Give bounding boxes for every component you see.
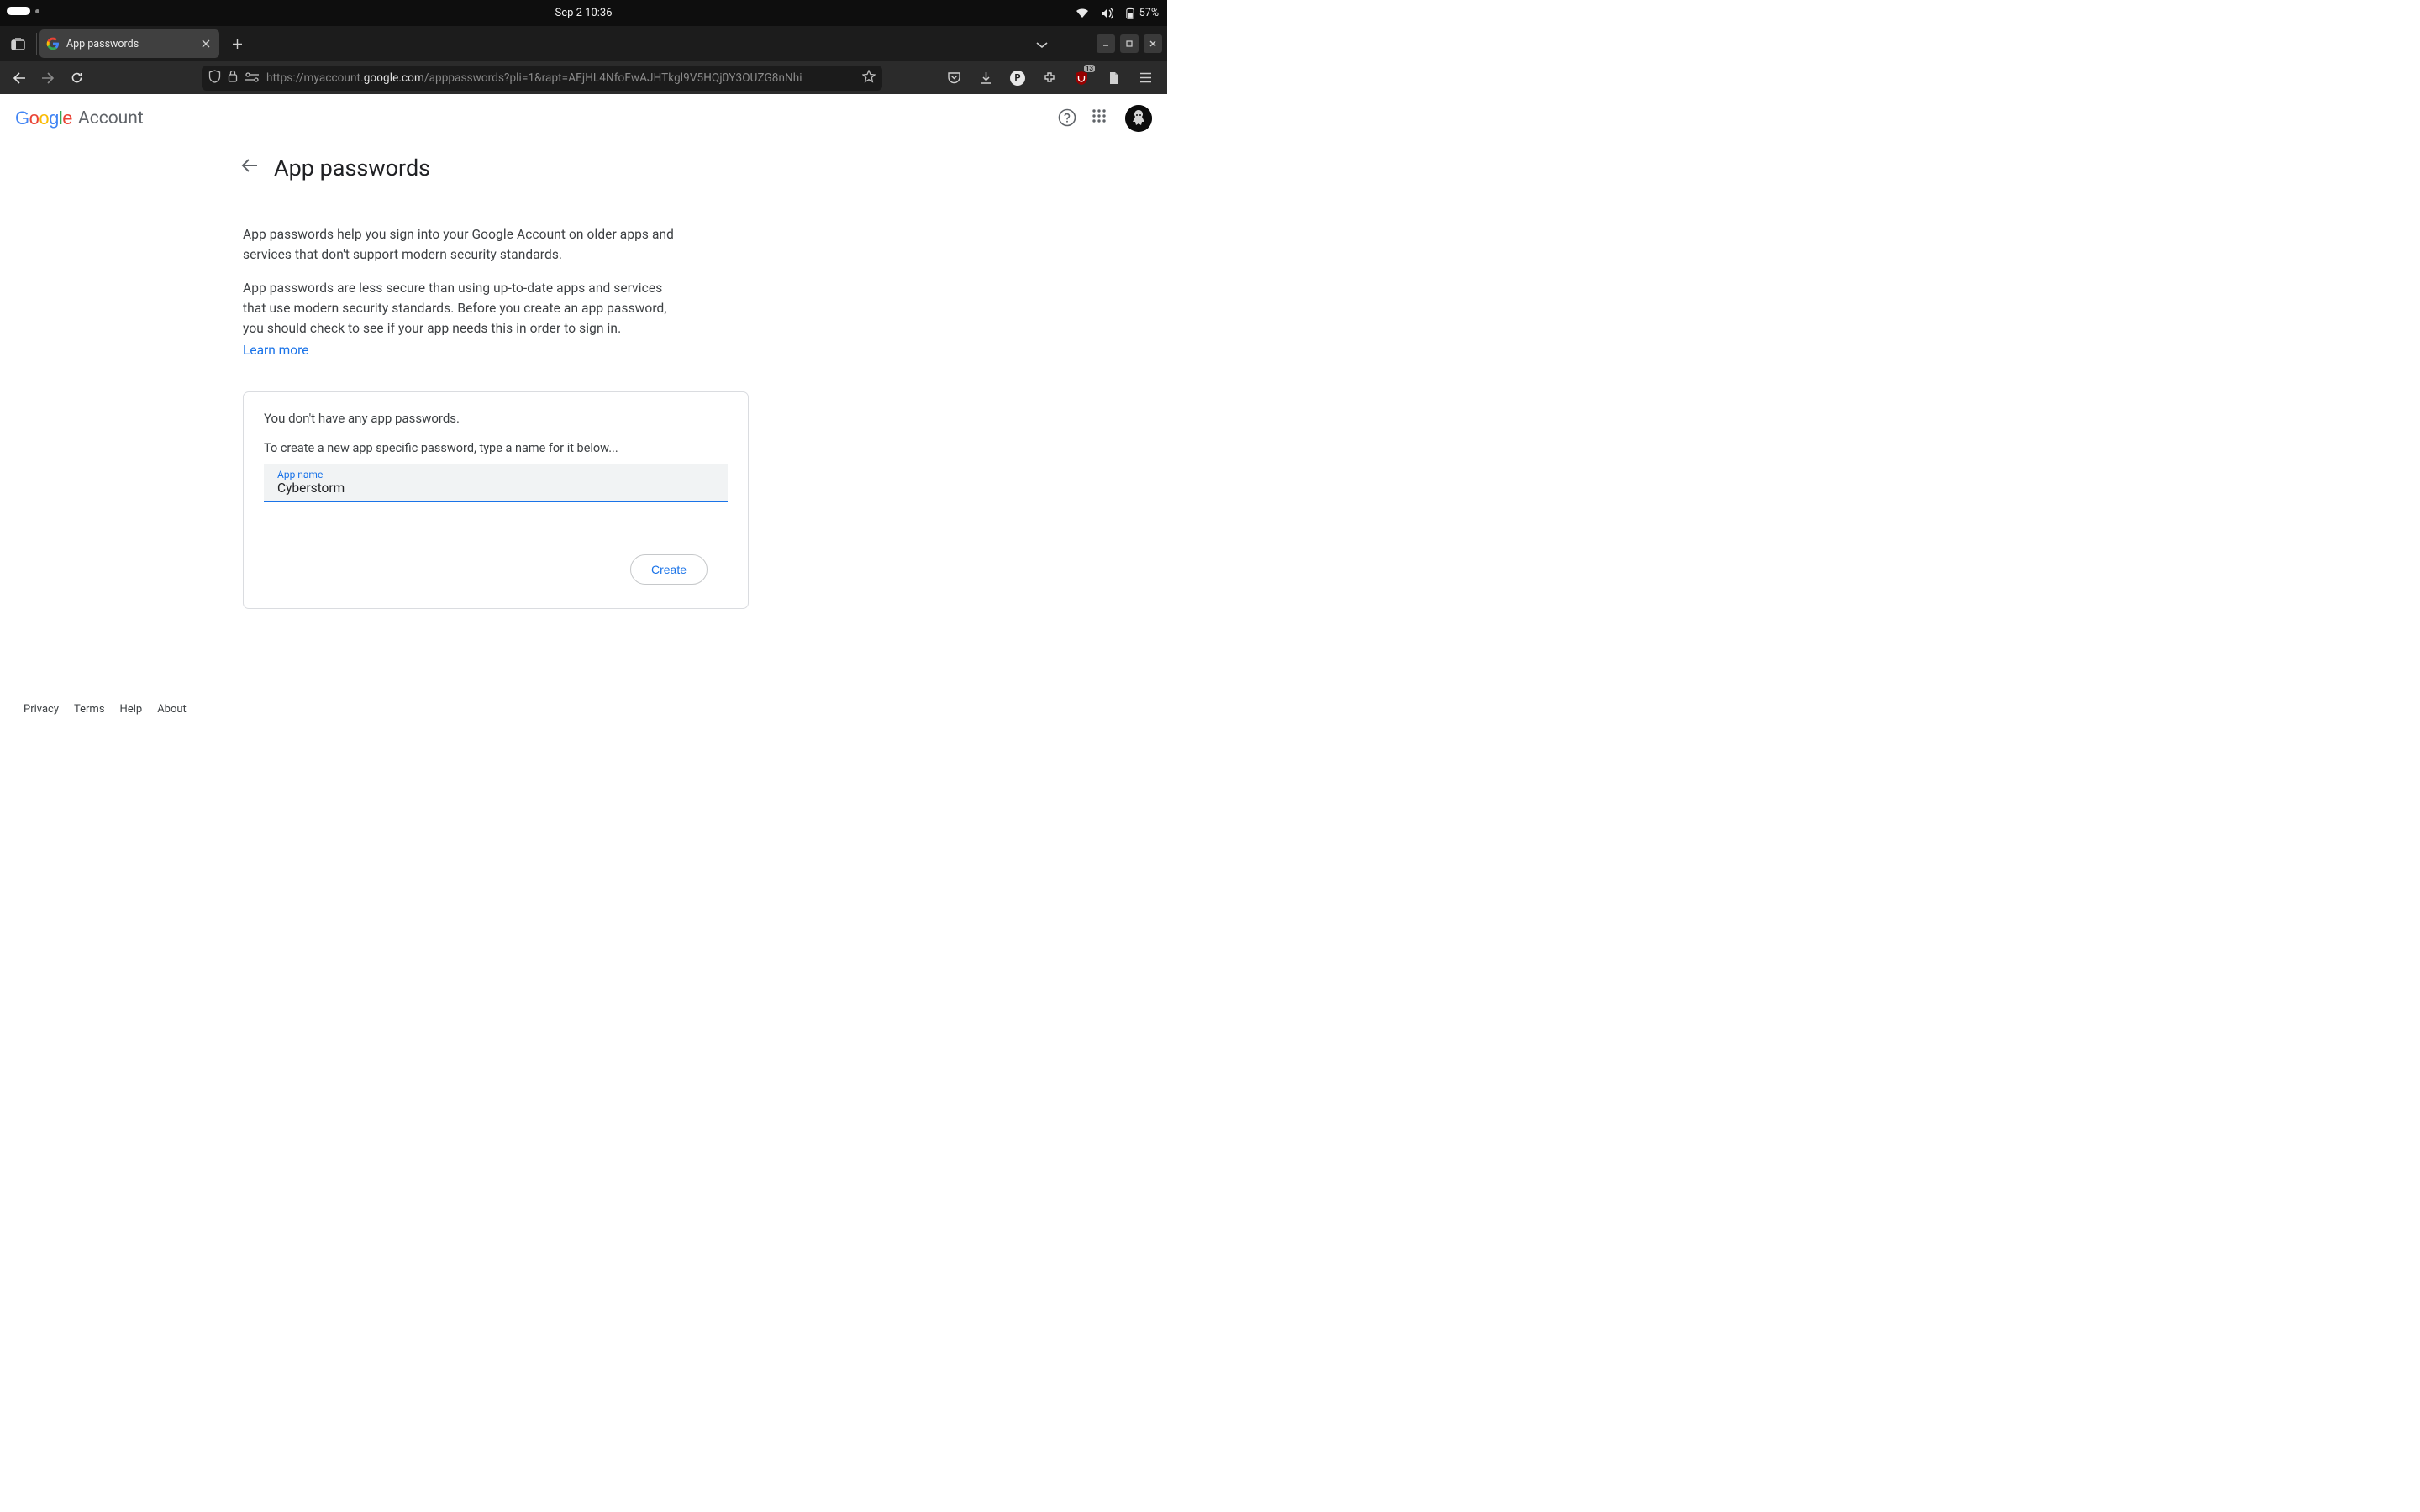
learn-more-link[interactable]: Learn more xyxy=(243,343,308,358)
create-instruction: To create a new app specific password, t… xyxy=(264,441,728,455)
browser-tab[interactable]: App passwords xyxy=(39,29,219,58)
create-button[interactable]: Create xyxy=(630,554,708,585)
downloads-icon[interactable] xyxy=(974,66,997,90)
footer-about-link[interactable]: About xyxy=(157,703,187,716)
permissions-icon[interactable] xyxy=(245,70,260,86)
page-body: App passwords help you sign into your Go… xyxy=(0,197,753,609)
sidebar-panel-icon[interactable] xyxy=(5,31,30,56)
url-bar[interactable]: https://myaccount.google.com/apppassword… xyxy=(202,66,882,91)
divider xyxy=(36,33,37,55)
close-tab-icon[interactable] xyxy=(199,37,213,50)
volume-icon xyxy=(1101,8,1113,19)
new-tab-button[interactable] xyxy=(224,31,250,56)
bookmark-star-icon[interactable] xyxy=(862,70,876,87)
page-title-row: App passwords xyxy=(0,143,1167,197)
wifi-icon xyxy=(1076,8,1089,18)
url-domain: google.com xyxy=(364,71,424,85)
os-bar-left xyxy=(7,7,39,15)
url-prefix: https://myaccount. xyxy=(266,71,364,85)
app-name-field[interactable]: App name Cyberstorm xyxy=(264,464,728,502)
forward-button[interactable] xyxy=(35,66,60,91)
tab-title: App passwords xyxy=(66,38,192,50)
extensions-icon[interactable] xyxy=(1038,66,1061,90)
toolbar-right: P 13 xyxy=(942,66,1160,90)
menu-icon[interactable] xyxy=(1134,66,1157,90)
close-window-button[interactable] xyxy=(1144,34,1162,53)
battery-icon: 57% xyxy=(1125,7,1159,19)
os-status-bar: Sep 2 10:36 57% xyxy=(0,0,1167,26)
battery-percent: 57% xyxy=(1139,7,1159,19)
os-datetime: Sep 2 10:36 xyxy=(555,7,612,19)
google-header: Google Account xyxy=(0,94,1167,143)
lock-icon[interactable] xyxy=(228,70,238,86)
apps-grid-icon[interactable] xyxy=(1092,108,1112,129)
minimize-button[interactable] xyxy=(1097,34,1115,53)
no-passwords-msg: You don't have any app passwords. xyxy=(264,411,728,426)
footer-privacy-link[interactable]: Privacy xyxy=(24,703,59,716)
os-dot-icon xyxy=(35,9,39,13)
page-content: Google Account App passwords App passwor… xyxy=(0,94,1167,729)
google-account-logo[interactable]: Google Account xyxy=(15,108,144,129)
intro-para-2: App passwords are less secure than using… xyxy=(243,278,680,339)
page-title: App passwords xyxy=(274,155,430,181)
url-suffix: /apppasswords?pli=1&rapt=AEjHL4NfoFwAJHT… xyxy=(424,71,802,85)
header-right xyxy=(1058,105,1152,132)
back-button[interactable] xyxy=(7,66,32,91)
app-passwords-card: You don't have any app passwords. To cre… xyxy=(243,391,749,609)
pocket-icon[interactable] xyxy=(942,66,965,90)
app-name-input[interactable]: Cyberstorm xyxy=(277,480,345,496)
google-logo: Google xyxy=(15,108,72,129)
os-pill-icon xyxy=(7,7,30,15)
account-text: Account xyxy=(78,108,144,129)
footer-terms-link[interactable]: Terms xyxy=(74,703,105,716)
reload-button[interactable] xyxy=(64,66,89,91)
browser-tab-strip: App passwords xyxy=(0,26,1167,61)
intro-para-1: App passwords help you sign into your Go… xyxy=(243,224,680,265)
help-icon[interactable] xyxy=(1058,108,1078,129)
ublock-icon[interactable]: 13 xyxy=(1070,66,1093,90)
google-favicon-icon xyxy=(46,37,60,50)
os-bar-right: 57% xyxy=(1076,0,1159,26)
shield-icon[interactable] xyxy=(208,70,221,87)
doc-icon[interactable] xyxy=(1102,66,1125,90)
browser-toolbar: https://myaccount.google.com/apppassword… xyxy=(0,61,1167,94)
avatar[interactable] xyxy=(1125,105,1152,132)
extension-p-icon[interactable]: P xyxy=(1006,66,1029,90)
field-label: App name xyxy=(277,469,714,480)
footer-help-link[interactable]: Help xyxy=(120,703,143,716)
maximize-button[interactable] xyxy=(1120,34,1139,53)
url-text: https://myaccount.google.com/apppassword… xyxy=(266,71,855,85)
chevron-down-icon[interactable] xyxy=(1036,36,1048,52)
window-controls xyxy=(1036,26,1162,61)
ublock-badge: 13 xyxy=(1084,65,1095,72)
back-arrow-icon[interactable] xyxy=(240,158,260,178)
page-footer: Privacy Terms Help About xyxy=(0,703,187,729)
